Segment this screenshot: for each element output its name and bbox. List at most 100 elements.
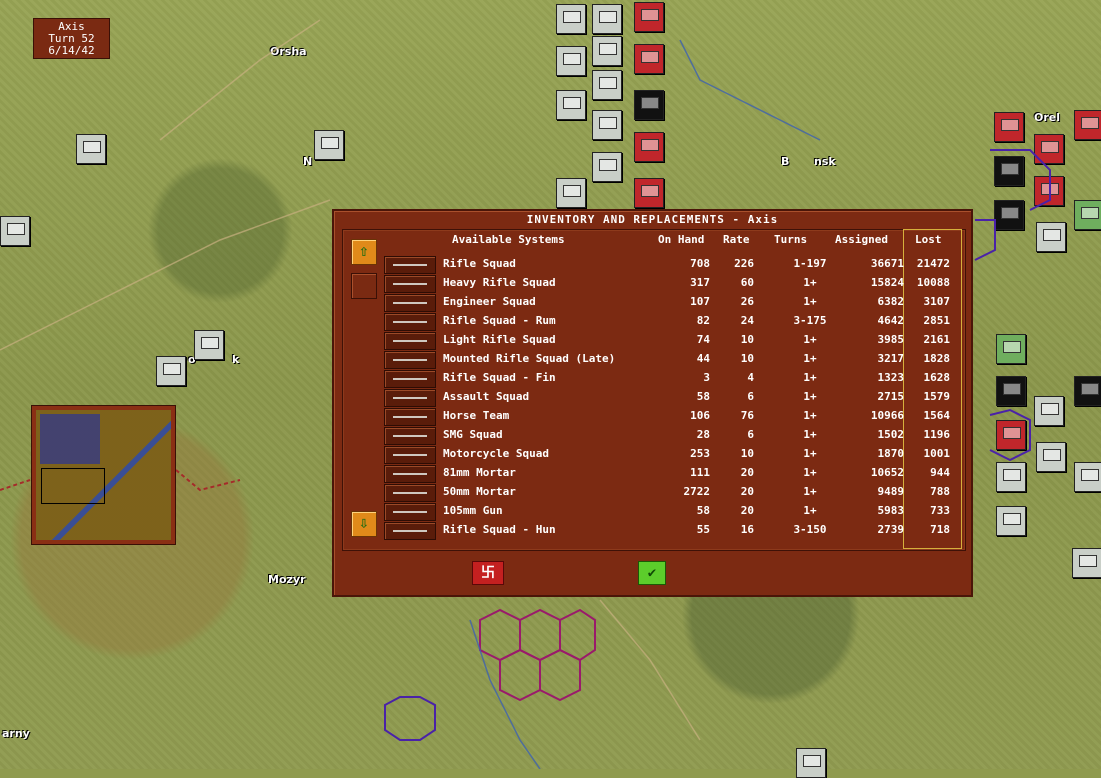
cell-lost: 1828 xyxy=(923,352,951,365)
unit-counter[interactable] xyxy=(996,334,1026,364)
weapon-thumbnail-icon[interactable] xyxy=(384,332,436,350)
unit-counter[interactable] xyxy=(1072,548,1101,578)
cell-rate: 20 xyxy=(740,466,754,479)
cell-turns: 3-175 xyxy=(793,314,827,327)
inventory-row[interactable]: Rifle Squad - Fin 3 4 1+ 1323 1628 xyxy=(334,370,974,389)
unit-counter[interactable] xyxy=(996,506,1026,536)
ok-button[interactable]: ✔ xyxy=(638,561,666,585)
cell-lost: 2161 xyxy=(923,333,951,346)
unit-counter[interactable] xyxy=(634,132,664,162)
inventory-row[interactable]: Rifle Squad 708 226 1-197 36671 21472 xyxy=(334,256,974,275)
swastika-icon: 卐 xyxy=(481,565,495,581)
unit-counter[interactable] xyxy=(994,156,1024,186)
weapon-thumbnail-icon[interactable] xyxy=(384,408,436,426)
cell-on-hand: 107 xyxy=(690,295,710,308)
cell-on-hand: 55 xyxy=(696,523,710,536)
unit-counter[interactable] xyxy=(556,90,586,120)
inventory-row[interactable]: Horse Team 106 76 1+ 10966 1564 xyxy=(334,408,974,427)
weapon-thumbnail-icon[interactable] xyxy=(384,427,436,445)
unit-counter[interactable] xyxy=(194,330,224,360)
cell-assigned: 3985 xyxy=(877,333,905,346)
minimap[interactable] xyxy=(31,405,176,545)
unit-counter[interactable] xyxy=(1034,134,1064,164)
unit-counter[interactable] xyxy=(994,112,1024,142)
unit-counter[interactable] xyxy=(996,376,1026,406)
header-lost: Lost xyxy=(915,233,942,246)
inventory-row[interactable]: SMG Squad 28 6 1+ 1502 1196 xyxy=(334,427,974,446)
minimap-viewport-frame[interactable] xyxy=(41,468,105,504)
cell-on-hand: 253 xyxy=(690,447,710,460)
weapon-thumbnail-icon[interactable] xyxy=(384,503,436,521)
inventory-row[interactable]: 81mm Mortar 111 20 1+ 10652 944 xyxy=(334,465,974,484)
weapon-thumbnail-icon[interactable] xyxy=(384,446,436,464)
unit-counter[interactable] xyxy=(592,4,622,34)
unit-counter[interactable] xyxy=(1036,222,1066,252)
cell-rate: 76 xyxy=(740,409,754,422)
unit-counter[interactable] xyxy=(76,134,106,164)
inventory-row[interactable]: 50mm Mortar 2722 20 1+ 9489 788 xyxy=(334,484,974,503)
cell-rate: 10 xyxy=(740,333,754,346)
inventory-row[interactable]: Mounted Rifle Squad (Late) 44 10 1+ 3217 1828 xyxy=(334,351,974,370)
inventory-row[interactable]: Heavy Rifle Squad 317 60 1+ 15824 10088 xyxy=(334,275,974,294)
inventory-row[interactable]: Rifle Squad - Rum 82 24 3-175 4642 2851 xyxy=(334,313,974,332)
weapon-thumbnail-icon[interactable] xyxy=(384,294,436,312)
weapon-thumbnail-icon[interactable] xyxy=(384,351,436,369)
weapon-thumbnail-icon[interactable] xyxy=(384,522,436,540)
unit-counter[interactable] xyxy=(1034,396,1064,426)
inventory-row[interactable]: Motorcycle Squad 253 10 1+ 1870 1001 xyxy=(334,446,974,465)
cell-turns: 1+ xyxy=(803,333,817,346)
unit-counter[interactable] xyxy=(1074,110,1101,140)
weapon-thumbnail-icon[interactable] xyxy=(384,275,436,293)
weapon-thumbnail-icon[interactable] xyxy=(384,389,436,407)
cell-assigned: 2715 xyxy=(877,390,905,403)
unit-counter[interactable] xyxy=(1074,376,1101,406)
cell-turns: 1+ xyxy=(803,428,817,441)
unit-counter[interactable] xyxy=(592,152,622,182)
unit-counter[interactable] xyxy=(996,420,1026,450)
unit-counter[interactable] xyxy=(994,200,1024,230)
unit-counter[interactable] xyxy=(634,2,664,32)
weapon-thumbnail-icon[interactable] xyxy=(384,313,436,331)
cell-assigned: 1502 xyxy=(877,428,905,441)
header-assigned: Assigned xyxy=(835,233,888,246)
cancel-button[interactable]: 卐 xyxy=(472,561,504,585)
unit-counter[interactable] xyxy=(996,462,1026,492)
unit-counter[interactable] xyxy=(556,46,586,76)
cell-on-hand: 111 xyxy=(690,466,710,479)
unit-counter[interactable] xyxy=(634,44,664,74)
cell-turns: 1-197 xyxy=(793,257,827,270)
unit-counter[interactable] xyxy=(556,178,586,208)
cell-rate: 10 xyxy=(740,447,754,460)
unit-counter[interactable] xyxy=(556,4,586,34)
unit-counter[interactable] xyxy=(796,748,826,778)
unit-counter[interactable] xyxy=(592,70,622,100)
unit-counter[interactable] xyxy=(592,110,622,140)
unit-counter[interactable] xyxy=(592,36,622,66)
unit-counter[interactable] xyxy=(1036,442,1066,472)
unit-counter[interactable] xyxy=(1074,462,1101,492)
inventory-row[interactable]: Engineer Squad 107 26 1+ 6382 3107 xyxy=(334,294,974,313)
cell-on-hand: 58 xyxy=(696,390,710,403)
unit-counter[interactable] xyxy=(0,216,30,246)
unit-counter[interactable] xyxy=(156,356,186,386)
weapon-thumbnail-icon[interactable] xyxy=(384,370,436,388)
weapon-thumbnail-icon[interactable] xyxy=(384,465,436,483)
cell-assigned: 10652 xyxy=(870,466,904,479)
inventory-row[interactable]: Assault Squad 58 6 1+ 2715 1579 xyxy=(334,389,974,408)
weapon-thumbnail-icon[interactable] xyxy=(384,484,436,502)
minimap-view[interactable] xyxy=(36,410,171,540)
unit-counter[interactable] xyxy=(1034,176,1064,206)
inventory-row[interactable]: Rifle Squad - Hun 55 16 3-150 2739 718 xyxy=(334,522,974,541)
cell-turns: 1+ xyxy=(803,504,817,517)
cell-name: Horse Team xyxy=(443,409,510,422)
unit-counter[interactable] xyxy=(314,130,344,160)
unit-counter[interactable] xyxy=(1074,200,1101,230)
cell-lost: 2851 xyxy=(923,314,951,327)
weapon-thumbnail-icon[interactable] xyxy=(384,256,436,274)
inventory-row[interactable]: 105mm Gun 58 20 1+ 5983 733 xyxy=(334,503,974,522)
cell-lost: 1564 xyxy=(923,409,951,422)
inventory-row[interactable]: Light Rifle Squad 74 10 1+ 3985 2161 xyxy=(334,332,974,351)
unit-counter[interactable] xyxy=(634,90,664,120)
cell-assigned: 1323 xyxy=(877,371,905,384)
unit-counter[interactable] xyxy=(634,178,664,208)
